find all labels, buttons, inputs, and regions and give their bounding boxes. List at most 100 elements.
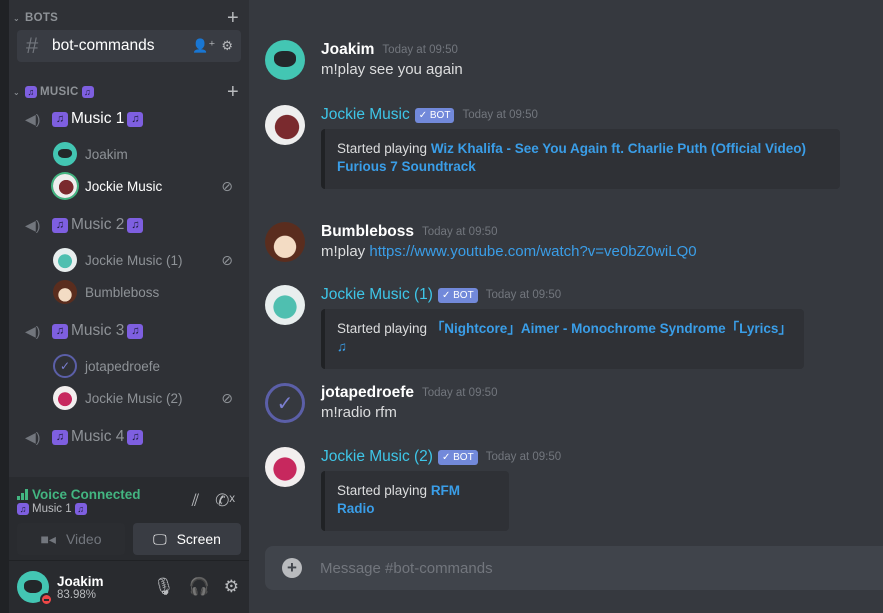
message-timestamp: Today at 09:50 xyxy=(485,289,562,301)
avatar[interactable] xyxy=(265,40,305,80)
voice-user[interactable]: Jockie Music ⊘ xyxy=(53,173,239,199)
song-title: Wiz Khalifa - See You Again ft. Charlie … xyxy=(430,141,806,156)
embed-prefix: Started playing xyxy=(337,483,431,498)
message-timestamp: Today at 09:50 xyxy=(422,387,498,399)
voice-user[interactable]: Jockie Music (2) ⊘ xyxy=(53,385,239,411)
avatar[interactable] xyxy=(265,447,305,487)
message-author[interactable]: Bumbleboss xyxy=(321,223,414,241)
voice-status[interactable]: Voice Connected xyxy=(17,487,141,502)
embed-prefix: Started playing xyxy=(337,141,431,156)
voice-channel-name: Music 2 xyxy=(71,216,125,233)
category-label: MUSIC xyxy=(40,86,79,98)
voice-channel-link[interactable]: ♫ Music 1 ♫ xyxy=(17,503,87,515)
avatar xyxy=(53,248,77,272)
voice-channel-name: Music 1 xyxy=(71,110,125,127)
avatar[interactable] xyxy=(17,571,53,606)
message-author[interactable]: Jockie Music (1) xyxy=(321,286,433,304)
discord-app: ⌄ BOTS + # bot-commands 👤⁺ ⚙ ⌄ ♫ MUSIC ♫ xyxy=(0,0,883,613)
message-embed: Started playing RFM Radio xyxy=(321,471,509,531)
gear-icon[interactable]: ⚙ xyxy=(221,38,233,54)
message-embed: Started playing 「Nightcore」Aimer - Monoc… xyxy=(321,309,804,369)
upload-plus-icon[interactable]: + xyxy=(282,558,302,578)
username: Joakim xyxy=(57,573,104,589)
voice-user-name: Bumbleboss xyxy=(85,284,160,300)
category-music[interactable]: ⌄ ♫ MUSIC ♫ + xyxy=(9,82,249,102)
channel-list: ⌄ BOTS + # bot-commands 👤⁺ ⚙ ⌄ ♫ MUSIC ♫ xyxy=(9,0,249,477)
voice-user-name: jotapedroefe xyxy=(85,358,161,374)
channel-sidebar: ⌄ BOTS + # bot-commands 👤⁺ ⚙ ⌄ ♫ MUSIC ♫ xyxy=(9,0,249,613)
voice-status-text: Voice Connected xyxy=(32,487,141,502)
noise-suppression-icon[interactable]: ⫽ xyxy=(192,491,200,511)
avatar[interactable] xyxy=(265,222,305,262)
voice-channel-music-4[interactable]: ◀) ♫ Music 4 ♫ xyxy=(25,425,144,449)
message-timestamp: Today at 09:50 xyxy=(485,451,562,463)
screen-label: Screen xyxy=(176,531,221,547)
bot-badge: ✓ BOT xyxy=(437,287,478,303)
voice-channel-name: Music 3 xyxy=(71,322,125,339)
message-author[interactable]: jotapedroefe xyxy=(321,384,414,402)
voice-channel-music-3[interactable]: ◀) ♫ Music 3 ♫ xyxy=(25,319,144,343)
speaker-icon: ◀) xyxy=(25,110,41,127)
chat-area: Joakim Today at 09:50 m!play see you aga… xyxy=(249,0,883,613)
voice-user[interactable]: Bumbleboss xyxy=(53,279,239,305)
hash-icon: # xyxy=(26,33,39,58)
youtube-link[interactable]: https://www.youtube.com/watch?v=ve0bZ0wi… xyxy=(369,243,696,260)
message-author[interactable]: Jockie Music (2) xyxy=(321,448,433,466)
create-channel-button[interactable]: + xyxy=(227,8,239,28)
speaker-icon: ◀) xyxy=(25,428,41,445)
music-note-icon: ♫ xyxy=(127,429,144,445)
voice-user[interactable]: ✓ jotapedroefe xyxy=(53,353,239,379)
voice-user[interactable]: Joakim xyxy=(53,141,239,167)
message-input[interactable] xyxy=(320,559,820,577)
message-content: m!play https://www.youtube.com/watch?v=v… xyxy=(321,243,697,260)
voice-user-name: Jockie Music (2) xyxy=(85,390,183,406)
avatar xyxy=(53,280,77,304)
create-channel-button[interactable]: + xyxy=(227,82,239,102)
disconnect-icon[interactable]: ✆ˣ xyxy=(215,491,235,511)
avatar[interactable]: ✓ xyxy=(265,383,305,423)
category-bots[interactable]: ⌄ BOTS + xyxy=(9,8,249,28)
gear-icon[interactable]: ⚙ xyxy=(224,577,239,597)
music-note-icon: ♫ xyxy=(52,111,68,127)
server-muted-icon: ⊘ xyxy=(221,251,233,268)
message-embed: Started playing Wiz Khalifa - See You Ag… xyxy=(321,129,840,189)
music-note-icon: ♫ xyxy=(127,111,144,127)
microphone-icon[interactable]: 🎙 xyxy=(153,577,175,597)
server-list-edge xyxy=(0,0,9,613)
avatar xyxy=(53,174,77,198)
avatar[interactable] xyxy=(265,285,305,325)
text-channel-bot-commands[interactable]: # bot-commands 👤⁺ ⚙ xyxy=(17,30,241,62)
video-label: Video xyxy=(65,531,102,547)
message-composer: + xyxy=(265,546,883,590)
voice-channel-music-1[interactable]: ◀) ♫ Music 1 ♫ xyxy=(25,107,144,131)
message-author[interactable]: Joakim xyxy=(321,41,374,59)
voice-channel-music-2[interactable]: ◀) ♫ Music 2 ♫ xyxy=(25,213,144,237)
music-note-icon: ♫ xyxy=(52,323,68,339)
music-note-icon: ♫ xyxy=(52,217,68,233)
speaker-icon: ◀) xyxy=(25,216,41,233)
signal-icon xyxy=(17,489,28,500)
message-content: m!radio rfm xyxy=(321,404,397,421)
voice-user-name: Jockie Music xyxy=(85,178,163,194)
invite-icon[interactable]: 👤⁺ xyxy=(192,38,215,54)
message-timestamp: Today at 09:50 xyxy=(422,226,498,238)
message-author[interactable]: Jockie Music xyxy=(321,106,410,124)
avatar[interactable] xyxy=(265,105,305,145)
check-icon: ✓ xyxy=(276,392,294,415)
voice-user-name: Jockie Music (1) xyxy=(85,252,183,268)
headphones-icon[interactable]: 🎧 xyxy=(189,577,210,597)
avatar: ✓ xyxy=(53,354,77,378)
video-button[interactable]: ■◂ Video xyxy=(17,523,125,555)
music-note-icon: ♫ xyxy=(25,86,37,98)
embed-prefix: Started playing xyxy=(337,321,431,336)
category-label: BOTS xyxy=(25,12,59,24)
server-muted-icon: ⊘ xyxy=(221,389,233,406)
screen-share-button[interactable]: 🖵 Screen xyxy=(133,523,241,555)
voice-user[interactable]: Jockie Music (1) ⊘ xyxy=(53,247,239,273)
bot-badge: ✓ BOT xyxy=(437,449,478,465)
music-note-icon: ♫ xyxy=(127,217,144,233)
avatar xyxy=(53,142,77,166)
voice-channel-name: Music 4 xyxy=(71,428,125,445)
camera-icon: ■◂ xyxy=(40,530,56,547)
speaker-icon: ◀) xyxy=(25,322,41,339)
